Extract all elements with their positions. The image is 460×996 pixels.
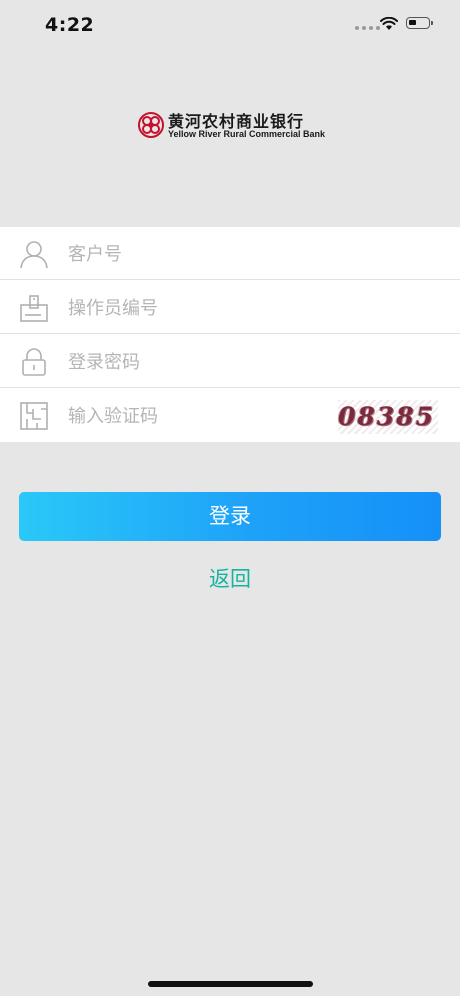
login-button[interactable]: 登录: [19, 492, 441, 541]
bank-logo: 黄河农村商业银行 Yellow River Rural Commercial B…: [138, 110, 328, 142]
row-divider: [0, 279, 460, 280]
customer-no-input[interactable]: [68, 241, 318, 267]
home-indicator[interactable]: [148, 981, 313, 987]
back-link[interactable]: 返回: [0, 563, 460, 593]
battery-icon: [406, 17, 433, 29]
captcha-row: 08385: [0, 389, 460, 442]
status-bar: 4:22: [0, 0, 460, 50]
bank-name-en: Yellow River Rural Commercial Bank: [168, 129, 326, 139]
row-divider: [0, 387, 460, 388]
captcha-input[interactable]: [68, 403, 308, 429]
operator-no-input[interactable]: [68, 295, 318, 321]
user-icon: [20, 241, 48, 269]
cellular-signal-icon: [355, 26, 381, 32]
bank-logo-mark-icon: [138, 112, 164, 138]
lock-icon: [22, 348, 46, 376]
operator-no-row: [0, 281, 460, 334]
login-form: 08385: [0, 227, 460, 442]
status-time: 4:22: [45, 14, 95, 36]
captcha-icon: [20, 402, 48, 430]
captcha-image[interactable]: 08385: [338, 400, 438, 434]
wifi-icon: [380, 17, 398, 30]
operator-card-icon: [20, 295, 48, 322]
password-input[interactable]: [68, 349, 318, 375]
customer-no-row: [0, 227, 460, 280]
password-row: [0, 335, 460, 388]
row-divider: [0, 333, 460, 334]
